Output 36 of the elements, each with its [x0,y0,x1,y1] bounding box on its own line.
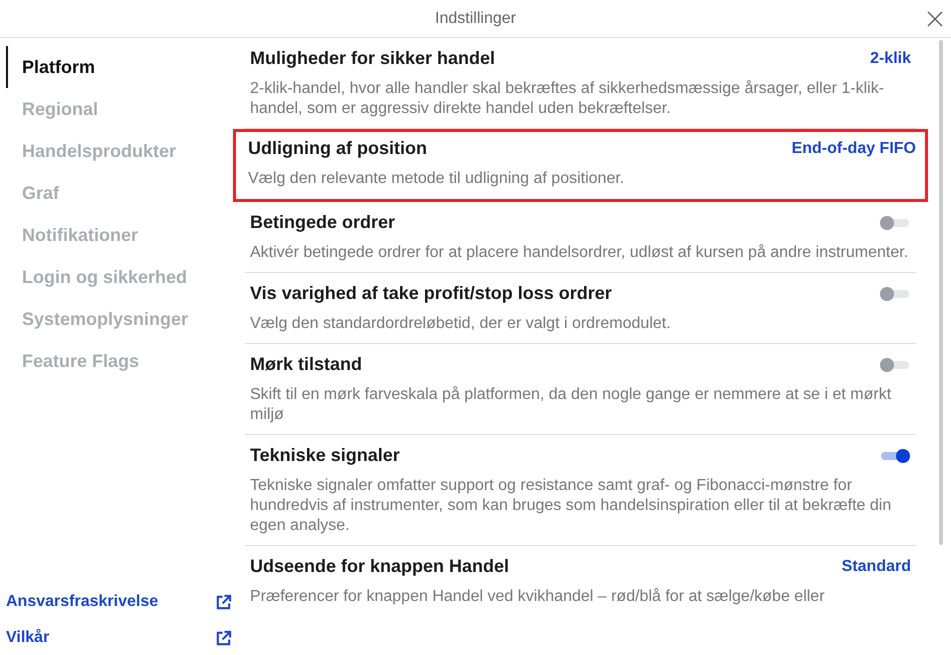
toggle-switch[interactable] [881,360,909,368]
scrollbar[interactable] [939,40,943,545]
window-title: Indstillinger [435,10,516,28]
setting-title: Udligning af position [248,138,427,159]
link[interactable]: Ansvarsfraskrivelse [6,593,158,611]
toggle-switch[interactable] [881,218,909,226]
setting-description: Præferencer for knappen Handel ved kvikhandel – rød/blå for at sælge/købe eller [250,587,826,607]
setting-description: Tekniske signaler omfatter support og resistance samt graf- og Fibonacci-mønstre for hundredvis af instrumenter, som kan bruges som handelsinspiration eller til at bekræfte din egen analyse. [250,476,892,536]
sidebar-item[interactable]: Systemoplysninger [6,298,235,340]
value-link[interactable]: Standard [842,558,911,576]
value-link[interactable]: 2-klik [870,50,911,68]
setting-title: Muligheder for sikker handel [250,48,496,69]
setting-title: Mørk tilstand [250,354,362,375]
setting-description: Vælg den standardordreløbetid, der er valgt i ordremodulet. [250,314,672,334]
sidebar-item[interactable]: Regional [6,88,235,130]
sidebar-item[interactable]: Login og sikkerhed [6,256,235,298]
external-link-icon[interactable] [215,594,232,610]
link[interactable]: Vilkår [6,629,50,647]
sidebar-item[interactable]: Graf [6,172,235,214]
setting-title: Vis varighed af take profit/stop loss ordrer [250,283,612,304]
sidebar-item[interactable]: Feature Flags [6,340,235,382]
toggle-switch[interactable] [881,290,909,298]
sidebar-item[interactable]: Notifikationer [6,214,235,256]
setting-title: Tekniske signaler [250,445,400,466]
sidebar-item[interactable]: Platform [6,46,235,88]
sidebar-item[interactable]: Handelsprodukter [6,130,235,172]
setting-description: 2-klik-handel, hvor alle handler skal bekræftes af sikkerhedsmæssige årsager, eller 1-klik-handel, som er aggressiv direkte handel uden bekræftelser. [250,79,886,119]
setting-description: Skift til en mørk farveskala på platformen, da den nogle gange er nemmere at se i et mørkt miljø [250,385,892,425]
external-link-icon[interactable] [215,630,232,646]
toggle-switch[interactable] [881,452,909,460]
setting-description: Vælg den relevante metode til udligning af positioner. [248,169,626,189]
setting-title: Udseende for knappen Handel [250,556,510,577]
setting-title: Betingede ordrer [250,212,396,233]
value-link[interactable]: End-of-day FIFO [792,140,916,158]
close-icon[interactable] [927,11,943,27]
setting-description: Aktivér betingede ordrer for at placere handelsordrer, udløst af kursen på andre instrumenter. [250,243,910,263]
